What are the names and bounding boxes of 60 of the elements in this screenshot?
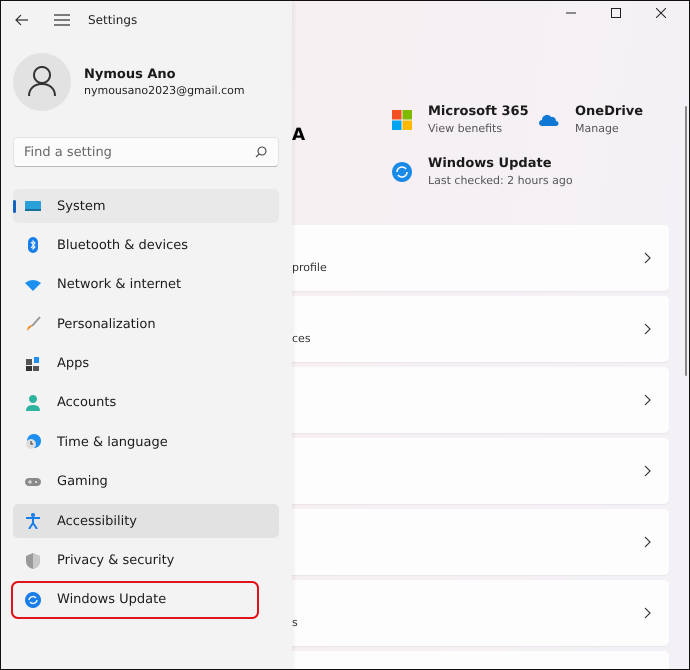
chevron-icon xyxy=(644,252,651,264)
apps-icon xyxy=(25,356,41,372)
nav-item[interactable]: Time & language xyxy=(13,425,279,460)
quick-link-title: Microsoft 365 xyxy=(428,104,529,119)
settings-card[interactable]: s xyxy=(292,580,669,646)
brush-icon xyxy=(25,316,41,332)
person-icon xyxy=(25,394,41,411)
nav-item[interactable]: Apps xyxy=(13,346,279,381)
chevron-icon xyxy=(644,394,651,406)
chevron-icon xyxy=(644,607,651,619)
menu-icon[interactable] xyxy=(54,14,70,26)
nav-item[interactable]: Network & internet xyxy=(13,268,279,302)
nav-item[interactable]: Windows Update xyxy=(13,582,257,617)
accessibility-icon xyxy=(25,513,41,530)
card-text: s xyxy=(292,616,298,629)
chevron-icon xyxy=(644,465,651,477)
nav-item[interactable]: Bluetooth & devices xyxy=(13,228,279,262)
card-text: ces xyxy=(292,332,311,345)
nav-item[interactable]: Gaming xyxy=(13,464,279,499)
sync-icon xyxy=(25,592,41,608)
quick-link[interactable]: OneDrive Manage xyxy=(539,104,659,135)
cloud-icon xyxy=(539,114,559,126)
sync-icon xyxy=(392,162,412,182)
globe-clock-icon xyxy=(25,434,41,450)
search-icon xyxy=(255,146,267,158)
back-icon[interactable] xyxy=(15,14,29,26)
quick-link[interactable]: Microsoft 365 View benefits xyxy=(392,104,539,135)
avatar-icon xyxy=(13,53,71,111)
quick-link-title: Windows Update xyxy=(428,156,553,171)
settings-card[interactable] xyxy=(292,509,669,575)
quick-link-subtitle: View benefits xyxy=(428,122,504,135)
scrollbar[interactable] xyxy=(685,106,687,376)
close-icon xyxy=(656,8,666,18)
bluetooth-icon xyxy=(25,237,41,254)
chevron-icon xyxy=(644,536,651,548)
settings-card[interactable] xyxy=(292,367,669,433)
chevron-icon xyxy=(644,323,651,335)
settings-card[interactable] xyxy=(292,438,669,504)
four-squares-icon xyxy=(392,110,412,130)
window-title: Settings xyxy=(88,13,138,27)
heading-fragment: A xyxy=(292,124,306,146)
nav-item[interactable]: System xyxy=(13,189,279,223)
settings-card[interactable]: profile xyxy=(292,225,669,291)
monitor-icon xyxy=(25,198,41,214)
account-name: Nymous Ano xyxy=(84,67,177,82)
account-email: nymousano2023@gmail.com xyxy=(84,84,245,97)
settings-card[interactable]: ces xyxy=(292,296,669,362)
quick-link[interactable]: Windows Update Last checked: 2 hours ago xyxy=(392,156,659,187)
search-field[interactable]: Find a setting xyxy=(13,137,279,167)
quick-link-title: OneDrive xyxy=(575,104,644,119)
selection-indicator xyxy=(13,200,16,213)
nav-item[interactable]: Accessibility xyxy=(13,504,279,538)
nav-item[interactable]: Accounts xyxy=(13,386,279,420)
card-text: profile xyxy=(292,261,327,274)
quick-link-subtitle: Last checked: 2 hours ago xyxy=(428,174,573,187)
nav-item[interactable]: Personalization xyxy=(13,307,279,342)
quick-link-subtitle: Manage xyxy=(575,122,620,135)
maximize-icon xyxy=(610,8,620,18)
nav-item[interactable]: Privacy & security xyxy=(13,544,279,578)
shield-icon xyxy=(25,552,41,569)
